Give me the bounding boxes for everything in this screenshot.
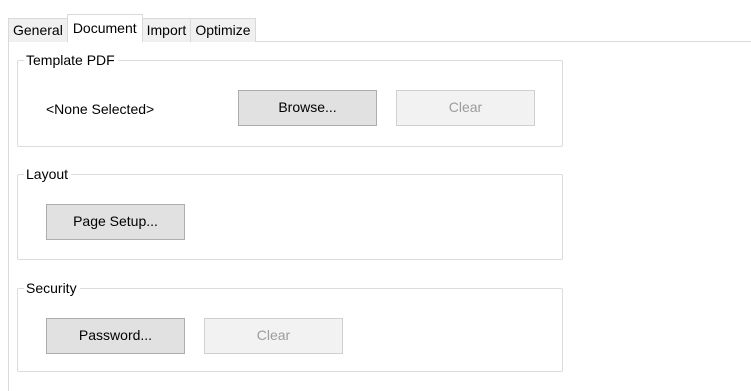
- page-setup-button[interactable]: Page Setup...: [46, 204, 185, 240]
- document-settings-panel: General Document Import Optimize Templat…: [0, 0, 751, 391]
- tab-strip: General Document Import Optimize: [8, 14, 256, 42]
- template-clear-button[interactable]: Clear: [396, 90, 535, 126]
- panel-left-border: [8, 41, 9, 391]
- layout-group-title: Layout: [24, 165, 72, 183]
- password-button[interactable]: Password...: [46, 318, 185, 354]
- tab-general[interactable]: General: [8, 18, 68, 42]
- tab-optimize[interactable]: Optimize: [190, 18, 256, 42]
- browse-button[interactable]: Browse...: [238, 90, 377, 126]
- template-pdf-selection: <None Selected>: [46, 101, 155, 117]
- security-group-title: Security: [24, 279, 80, 297]
- template-pdf-group-title: Template PDF: [24, 51, 118, 69]
- tab-document[interactable]: Document: [66, 14, 143, 42]
- tab-import[interactable]: Import: [141, 18, 192, 42]
- security-clear-button[interactable]: Clear: [204, 318, 343, 354]
